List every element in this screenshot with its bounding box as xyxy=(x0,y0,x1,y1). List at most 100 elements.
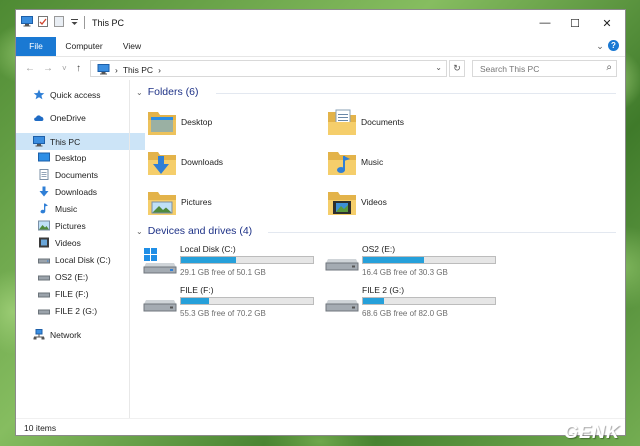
tab-computer[interactable]: Computer xyxy=(62,37,106,56)
folder-videos[interactable]: Videos xyxy=(327,188,387,216)
drive-name: Local Disk (C:) xyxy=(180,244,236,254)
sidebar-item-label: Pictures xyxy=(55,220,86,231)
tab-view[interactable]: View xyxy=(114,37,150,56)
group-divider xyxy=(216,93,616,94)
sidebar-item-this-pc[interactable]: This PC xyxy=(16,133,145,150)
breadcrumb-separator[interactable]: › xyxy=(115,65,118,75)
drive-name: FILE 2 (G:) xyxy=(362,285,405,295)
chevron-down-icon[interactable]: ⌄ xyxy=(136,88,143,97)
sidebar-item-label: FILE (F:) xyxy=(55,288,89,299)
sidebar-item-onedrive[interactable]: OneDrive xyxy=(16,109,145,126)
back-button[interactable]: ← xyxy=(25,63,35,74)
chevron-down-icon[interactable]: ⌄ xyxy=(594,37,606,56)
capacity-bar xyxy=(362,297,496,305)
tab-file[interactable]: File xyxy=(16,37,56,56)
drives-group-title: Devices and drives (4) xyxy=(147,225,253,237)
documents-folder-icon xyxy=(328,109,356,135)
drive-icon xyxy=(38,258,50,264)
item-count: 10 items xyxy=(24,423,57,433)
videos-icon xyxy=(39,237,49,248)
window-title: This PC xyxy=(92,18,125,28)
drive-icon xyxy=(325,259,359,271)
drive-icon xyxy=(38,309,50,315)
folder-pictures[interactable]: Pictures xyxy=(147,188,212,216)
drive-name: OS2 (E:) xyxy=(362,244,396,254)
drive-os2-e[interactable]: OS2 (E:) 16.4 GB free of 30.3 GB xyxy=(325,244,515,280)
drive-file-f[interactable]: FILE (F:) 55.3 GB free of 70.2 GB xyxy=(143,285,333,321)
capacity-bar xyxy=(180,297,314,305)
capacity-fill xyxy=(363,298,385,304)
sidebar-item-label: Quick access xyxy=(50,89,101,100)
drive-free-space: 16.4 GB free of 30.3 GB xyxy=(362,268,448,277)
new-folder-icon[interactable] xyxy=(53,16,65,27)
address-dropdown-icon[interactable]: ⌄ xyxy=(435,63,442,72)
navigation-bar: ← → ˅ ↑ › This PC › ⌄ ↻ ⌕ xyxy=(16,56,625,81)
star-icon xyxy=(33,89,45,100)
drives-group-header[interactable]: ⌄ Devices and drives (4) xyxy=(136,225,252,237)
drive-local-disk-c[interactable]: Local Disk (C:) 29.1 GB free of 50.1 GB xyxy=(143,244,333,280)
properties-icon[interactable] xyxy=(37,16,49,27)
refresh-button[interactable]: ↻ xyxy=(449,60,465,77)
videos-folder-icon xyxy=(328,192,356,215)
sidebar-item-label: Desktop xyxy=(55,152,87,163)
windows-drive-icon xyxy=(143,248,177,274)
documents-icon xyxy=(39,169,49,180)
ribbon: File Computer View ⌄ ? xyxy=(16,37,625,56)
computer-icon xyxy=(33,136,45,147)
maximize-button[interactable]: ☐ xyxy=(560,10,590,36)
drive-free-space: 29.1 GB free of 50.1 GB xyxy=(180,268,266,277)
sidebar-item-label: OneDrive xyxy=(50,112,86,123)
drive-icon xyxy=(143,300,177,312)
chevron-down-icon[interactable]: ⌄ xyxy=(136,227,143,236)
cloud-icon xyxy=(34,115,44,121)
title-bar: This PC — ☐ ✕ xyxy=(16,10,625,37)
search-icon[interactable]: ⌕ xyxy=(606,62,612,73)
folders-group-header[interactable]: ⌄ Folders (6) xyxy=(136,86,198,98)
sidebar-item-label: Documents xyxy=(55,169,98,180)
folder-documents[interactable]: Documents xyxy=(327,108,404,136)
breadcrumb-this-pc[interactable]: This PC xyxy=(123,65,153,75)
pictures-icon xyxy=(38,220,50,231)
customize-toolbar-icon[interactable] xyxy=(69,16,81,27)
address-bar[interactable]: › This PC › ⌄ xyxy=(90,60,447,77)
explorer-window: This PC — ☐ ✕ File Computer View ⌄ ? ← →… xyxy=(15,9,626,436)
close-button[interactable]: ✕ xyxy=(592,10,622,36)
help-icon[interactable]: ? xyxy=(608,40,619,51)
folder-music[interactable]: Music xyxy=(327,148,383,176)
folder-desktop[interactable]: Desktop xyxy=(147,108,212,136)
group-divider xyxy=(268,232,616,233)
desktop-folder-icon xyxy=(148,112,176,135)
folder-label: Documents xyxy=(361,117,404,127)
search-box[interactable]: ⌕ xyxy=(472,60,617,77)
desktop-icon xyxy=(38,152,50,162)
pictures-folder-icon xyxy=(148,192,176,215)
drive-file-2-g[interactable]: FILE 2 (G:) 68.6 GB free of 82.0 GB xyxy=(325,285,515,321)
search-input[interactable] xyxy=(478,63,602,75)
recent-locations-button[interactable]: ˅ xyxy=(62,64,67,73)
drive-icon xyxy=(325,300,359,312)
quick-access-toolbar xyxy=(21,16,81,27)
forward-button[interactable]: → xyxy=(43,63,53,74)
sidebar-item-label: OS2 (E:) xyxy=(55,271,89,282)
sidebar-item-network[interactable]: Network xyxy=(16,326,145,343)
sidebar-item-label: Music xyxy=(55,203,78,214)
folder-downloads[interactable]: Downloads xyxy=(147,148,223,176)
computer-icon xyxy=(97,64,110,75)
breadcrumb-separator[interactable]: › xyxy=(158,65,161,75)
navigation-pane: Quick access OneDrive This PC Desktop Do… xyxy=(16,80,145,410)
folder-label: Music xyxy=(361,157,384,167)
sidebar-item-label: Network xyxy=(50,329,82,340)
watermark-logo: GENK xyxy=(563,422,620,442)
minimize-button[interactable]: — xyxy=(530,10,560,36)
capacity-fill xyxy=(181,298,209,304)
up-button[interactable]: ↑ xyxy=(76,63,81,74)
folders-group-title: Folders (6) xyxy=(147,86,199,98)
content-pane: ⌄ Folders (6) Desktop Documents Download… xyxy=(130,80,627,418)
drive-icon xyxy=(38,275,50,281)
drive-name: FILE (F:) xyxy=(180,285,214,295)
sidebar-item-quick-access[interactable]: Quick access xyxy=(16,86,145,103)
sidebar-item-label: Videos xyxy=(55,237,81,248)
sidebar-item-label: This PC xyxy=(50,136,81,147)
sidebar-item-label: Local Disk (C:) xyxy=(55,254,111,265)
capacity-fill xyxy=(363,257,424,263)
